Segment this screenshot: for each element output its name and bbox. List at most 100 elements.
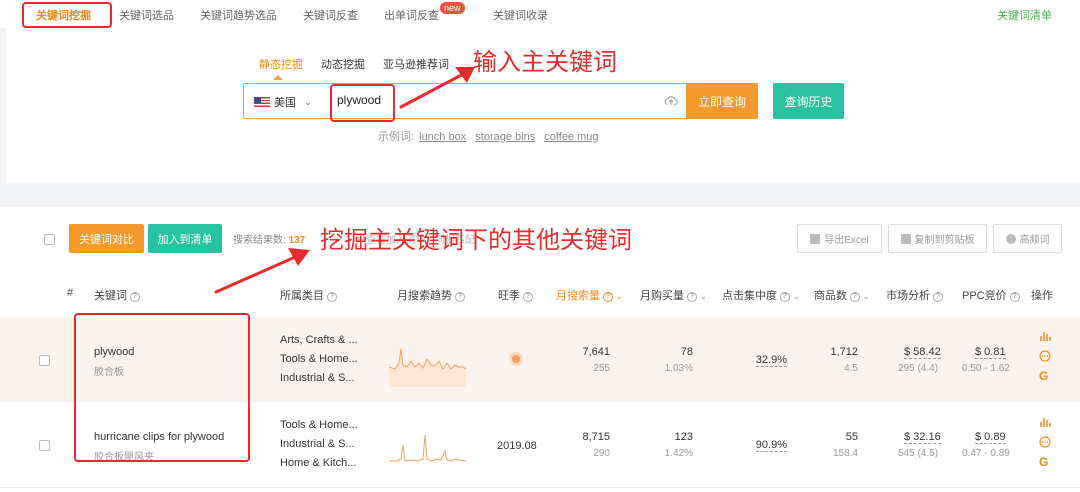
tab-keyword-reverse-lookup[interactable]: 关键词反查 bbox=[303, 7, 358, 23]
search-trend-sparkline[interactable] bbox=[389, 423, 469, 473]
tab-order-keyword-reverse-lookup[interactable]: 出单词反查 new bbox=[384, 2, 465, 23]
purchase-rate: 1.03% bbox=[664, 363, 693, 374]
header-index: # bbox=[67, 287, 74, 299]
help-icon[interactable]: ? bbox=[687, 292, 697, 302]
annotation-highlight-input bbox=[330, 84, 395, 122]
monthly-purchases: 78 bbox=[680, 346, 693, 358]
help-icon[interactable]: ? bbox=[327, 292, 337, 302]
ppc-range: 0.47 - 0.89 bbox=[962, 448, 1010, 459]
row-checkbox[interactable] bbox=[39, 440, 50, 451]
select-all-checkbox[interactable] bbox=[44, 234, 55, 245]
header-label: 市场分析 bbox=[886, 290, 930, 302]
help-icon[interactable]: ? bbox=[933, 292, 943, 302]
google-search-icon[interactable]: G bbox=[1039, 369, 1048, 383]
product-count: 55 bbox=[845, 431, 858, 443]
market-avg-price[interactable]: $ 58.42 bbox=[904, 346, 941, 359]
annotation-mine-note: 挖掘主关键词下的其他关键词 bbox=[320, 226, 632, 254]
sort-desc-icon[interactable]: ⌄ bbox=[613, 291, 624, 301]
ppc-range: 0.50 - 1.62 bbox=[962, 363, 1010, 374]
annotation-arrow-icon bbox=[399, 67, 475, 109]
tab-keyword-trend-selection[interactable]: 关键词趋势选品 bbox=[200, 7, 277, 23]
search-trend-sparkline[interactable] bbox=[389, 337, 469, 387]
pie-icon bbox=[1005, 233, 1016, 244]
monthly-purchases: 123 bbox=[674, 431, 693, 443]
header-label: 商品数 bbox=[814, 290, 847, 302]
export-excel-label: 导出Excel bbox=[824, 235, 869, 246]
category-text[interactable]: Home & Kitch... bbox=[280, 457, 356, 469]
sort-icon[interactable]: ⌄ bbox=[860, 291, 871, 301]
example-keyword-link[interactable]: coffee mug bbox=[544, 131, 598, 143]
more-icon[interactable] bbox=[1039, 436, 1051, 448]
click-concentration[interactable]: 90.9% bbox=[755, 439, 787, 452]
help-icon[interactable]: ? bbox=[455, 292, 465, 302]
keyword-compare-button[interactable]: 关键词对比 bbox=[69, 224, 144, 253]
header-label: PPC竞价 bbox=[962, 290, 1007, 302]
header-market-analysis[interactable]: 市场分析? bbox=[886, 287, 943, 303]
copy-icon bbox=[900, 233, 911, 244]
top-nav: 关键词挖掘 关键词选品 关键词趋势选品 关键词反查 出单词反查 new 关键词收… bbox=[0, 0, 1080, 28]
sort-icon[interactable]: ⌄ bbox=[697, 291, 708, 301]
bar-chart-icon[interactable] bbox=[1039, 330, 1051, 342]
market-reviews: 545 (4.5) bbox=[898, 448, 939, 459]
help-icon[interactable]: ? bbox=[780, 292, 790, 302]
ppc-bid[interactable]: $ 0.81 bbox=[975, 346, 1006, 359]
help-icon[interactable]: ? bbox=[603, 292, 613, 302]
category-text[interactable]: Tools & Home... bbox=[280, 353, 358, 365]
tab-keyword-indexing[interactable]: 关键词收录 bbox=[493, 7, 548, 23]
header-label: 旺季 bbox=[498, 290, 520, 302]
high-frequency-button[interactable]: 高频词 bbox=[993, 224, 1062, 253]
mode-dynamic-mining[interactable]: 动态挖掘 bbox=[321, 56, 365, 72]
google-search-icon[interactable]: G bbox=[1039, 455, 1048, 469]
monthly-searches: 8,715 bbox=[582, 431, 610, 443]
header-monthly-searches[interactable]: 月搜索量? ⌄ bbox=[556, 287, 623, 303]
example-keyword-link[interactable]: lunch box bbox=[419, 131, 466, 143]
annotation-highlight-tab bbox=[22, 2, 112, 28]
header-actions: 操作 bbox=[1031, 290, 1053, 302]
header-label: 月搜索趋势 bbox=[397, 290, 452, 302]
examples-label: 示例词: bbox=[378, 131, 415, 143]
header-search-trend[interactable]: 月搜索趋势? bbox=[397, 287, 465, 303]
peak-season: 2019.08 bbox=[497, 440, 537, 452]
tab-keyword-product-selection[interactable]: 关键词选品 bbox=[119, 7, 174, 23]
more-icon[interactable] bbox=[1039, 350, 1051, 362]
help-icon[interactable]: ? bbox=[130, 292, 140, 302]
copy-clipboard-button[interactable]: 复制到剪贴板 bbox=[888, 224, 987, 253]
header-peak-season[interactable]: 旺季? bbox=[498, 287, 533, 303]
help-icon[interactable]: ? bbox=[523, 292, 533, 302]
market-avg-price[interactable]: $ 32.16 bbox=[904, 431, 941, 444]
example-keyword-link[interactable]: storage bins bbox=[475, 131, 535, 143]
category-text[interactable]: Industrial & S... bbox=[280, 372, 355, 384]
category-text[interactable]: Arts, Crafts & ... bbox=[280, 334, 358, 346]
keyword-list-link[interactable]: 关键词清单 bbox=[997, 7, 1052, 23]
market-reviews: 295 (4.4) bbox=[898, 363, 939, 374]
mode-static-mining[interactable]: 静态挖掘 bbox=[259, 56, 303, 72]
product-count: 1,712 bbox=[830, 346, 858, 358]
header-monthly-purchases[interactable]: 月购买量? ⌄ bbox=[640, 287, 707, 303]
chevron-down-icon: ⌄ bbox=[304, 96, 312, 107]
category-text[interactable]: Industrial & S... bbox=[280, 438, 355, 450]
annotation-arrow-icon bbox=[214, 248, 310, 294]
mode-indicator bbox=[273, 75, 283, 80]
upload-icon[interactable] bbox=[664, 94, 678, 108]
header-keyword[interactable]: 关键词? bbox=[94, 287, 140, 303]
sort-icon[interactable]: ⌄ bbox=[790, 291, 801, 301]
query-history-button[interactable]: 查询历史 bbox=[773, 83, 844, 119]
daily-searches: 290 bbox=[593, 448, 610, 459]
bar-chart-icon[interactable] bbox=[1039, 416, 1051, 428]
row-checkbox[interactable] bbox=[39, 355, 50, 366]
high-frequency-label: 高频词 bbox=[1019, 235, 1050, 246]
click-concentration[interactable]: 32.9% bbox=[755, 354, 787, 367]
new-badge: new bbox=[440, 2, 465, 14]
help-icon[interactable]: ? bbox=[850, 292, 860, 302]
query-now-button[interactable]: 立即查询 bbox=[686, 83, 758, 119]
export-excel-button[interactable]: 导出Excel bbox=[797, 224, 882, 253]
header-product-count[interactable]: 商品数? ⌄ bbox=[814, 287, 870, 303]
header-ppc-bid[interactable]: PPC竞价? bbox=[962, 287, 1020, 303]
peak-season-indicator bbox=[512, 355, 520, 363]
help-icon[interactable]: ? bbox=[1009, 292, 1020, 302]
header-click-concentration[interactable]: 点击集中度? ⌄ bbox=[722, 287, 800, 303]
ppc-bid[interactable]: $ 0.89 bbox=[975, 431, 1006, 444]
country-select[interactable]: 美国 ⌄ bbox=[254, 94, 312, 110]
category-text[interactable]: Tools & Home... bbox=[280, 419, 358, 431]
download-icon bbox=[810, 233, 821, 244]
